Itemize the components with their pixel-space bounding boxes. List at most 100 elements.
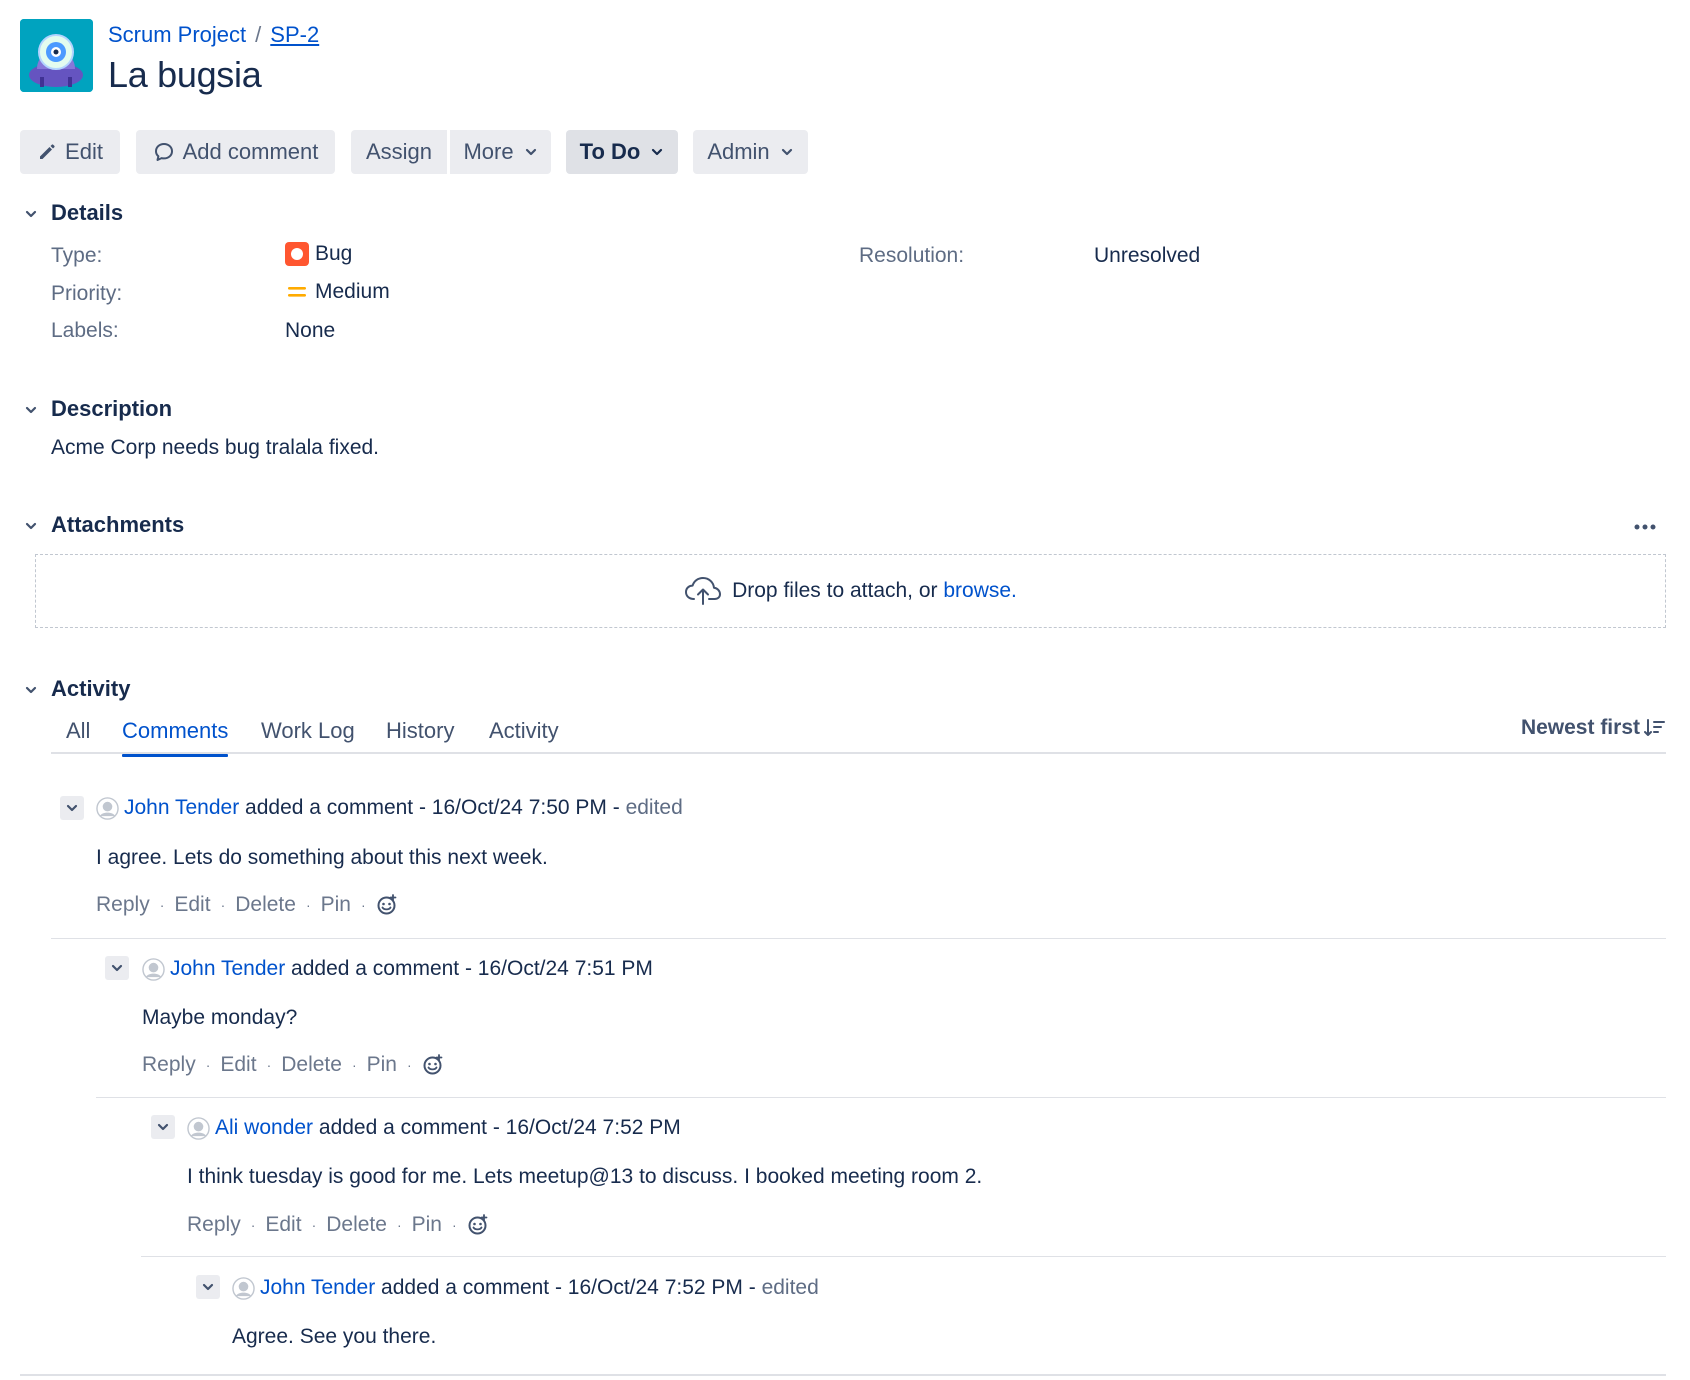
comment-4-author-link[interactable]: John Tender bbox=[260, 1276, 375, 1300]
comment-4-toggle[interactable] bbox=[196, 1275, 220, 1299]
emoji-reaction-icon[interactable] bbox=[376, 894, 398, 916]
chevron-down-icon bbox=[525, 148, 536, 156]
comment-1-header: John Tender added a comment - 16/Oct/24 … bbox=[96, 796, 683, 820]
priority-label: Priority: bbox=[51, 282, 123, 305]
more-dots-icon bbox=[1634, 524, 1656, 530]
user-avatar-icon bbox=[232, 1276, 255, 1300]
comment-3-header: Ali wonder added a comment - 16/Oct/24 7… bbox=[187, 1116, 681, 1140]
comment-icon bbox=[154, 143, 173, 161]
comment-divider bbox=[96, 1097, 1666, 1098]
pin-comment-button[interactable]: Pin bbox=[367, 1053, 397, 1077]
attachments-heading: Attachments bbox=[51, 512, 185, 537]
resolution-value: Unresolved bbox=[1094, 244, 1201, 267]
chevron-down-icon bbox=[111, 964, 123, 972]
pencil-icon bbox=[40, 144, 55, 159]
tab-all[interactable]: All bbox=[66, 718, 90, 744]
activity-tabs: All Comments Work Log History Activity N… bbox=[51, 716, 1666, 757]
chevron-down-icon bbox=[652, 148, 663, 156]
breadcrumb-project-link[interactable]: Scrum Project bbox=[108, 22, 246, 47]
chevron-down-icon bbox=[25, 210, 37, 218]
comment-2-actions: Reply · Edit · Delete · Pin · bbox=[142, 1053, 444, 1077]
sort-icon bbox=[1644, 719, 1665, 736]
breadcrumb-issue-key-link[interactable]: SP-2 bbox=[270, 22, 319, 47]
details-heading: Details bbox=[51, 200, 124, 225]
pin-comment-button[interactable]: Pin bbox=[412, 1213, 442, 1237]
comment-1-author-link[interactable]: John Tender bbox=[124, 796, 239, 820]
breadcrumb-separator: / bbox=[255, 22, 262, 47]
scroll-boundary-divider bbox=[20, 1374, 1666, 1376]
reply-button[interactable]: Reply bbox=[187, 1213, 241, 1237]
dropzone-text: Drop files to attach, or bbox=[732, 579, 944, 602]
delete-comment-button[interactable]: Delete bbox=[326, 1213, 387, 1237]
edit-comment-button[interactable]: Edit bbox=[220, 1053, 256, 1077]
comment-3-toggle[interactable] bbox=[151, 1115, 175, 1139]
description-toggle[interactable] bbox=[20, 399, 42, 421]
edit-comment-button[interactable]: Edit bbox=[265, 1213, 301, 1237]
cloud-upload-icon bbox=[685, 577, 722, 605]
edit-button[interactable]: Edit bbox=[20, 130, 120, 174]
pin-comment-button[interactable]: Pin bbox=[321, 893, 351, 917]
tab-history[interactable]: History bbox=[386, 718, 454, 744]
sort-order-label: Newest first bbox=[1520, 716, 1640, 739]
more-menu-button[interactable]: More bbox=[450, 130, 551, 174]
page-title[interactable]: La bugsia bbox=[108, 54, 262, 96]
comment-4-meta: added a comment - 16/Oct/24 7:52 PM - bbox=[375, 1276, 762, 1299]
chevron-down-icon bbox=[25, 686, 37, 694]
activity-toggle[interactable] bbox=[20, 679, 42, 701]
attachment-dropzone[interactable]: Drop files to attach, or browse. bbox=[35, 554, 1666, 628]
delete-comment-button[interactable]: Delete bbox=[281, 1053, 342, 1077]
assign-button-label: Assign bbox=[365, 139, 433, 164]
assign-button[interactable]: Assign bbox=[351, 130, 447, 174]
status-button-label: To Do bbox=[579, 139, 641, 164]
comment-1-toggle[interactable] bbox=[60, 796, 84, 820]
chevron-down-icon bbox=[25, 406, 37, 414]
comment-2-meta: added a comment - 16/Oct/24 7:51 PM bbox=[285, 957, 653, 980]
comment-4-header: John Tender added a comment - 16/Oct/24 … bbox=[232, 1276, 819, 1300]
comment-2-header: John Tender added a comment - 16/Oct/24 … bbox=[142, 957, 653, 981]
priority-value-text: Medium bbox=[315, 280, 390, 303]
comment-2-toggle[interactable] bbox=[105, 956, 129, 980]
type-value-text: Bug bbox=[315, 242, 353, 265]
comment-divider bbox=[141, 1256, 1666, 1257]
reply-button[interactable]: Reply bbox=[96, 893, 150, 917]
add-comment-button-label: Add comment bbox=[182, 139, 319, 164]
browse-link[interactable]: browse. bbox=[943, 579, 1017, 603]
attachments-toggle[interactable] bbox=[20, 515, 42, 537]
delete-comment-button[interactable]: Delete bbox=[235, 893, 296, 917]
chevron-down-icon bbox=[781, 148, 792, 156]
comment-4-edited: edited bbox=[761, 1276, 819, 1299]
type-value[interactable]: Bug bbox=[285, 242, 352, 266]
comment-3-author-link[interactable]: Ali wonder bbox=[215, 1116, 313, 1140]
emoji-reaction-icon[interactable] bbox=[422, 1054, 444, 1076]
comment-1-actions: Reply · Edit · Delete · Pin · bbox=[96, 893, 398, 917]
comment-1-body: I agree. Lets do something about this ne… bbox=[96, 846, 548, 869]
project-avatar[interactable] bbox=[20, 19, 93, 92]
user-avatar-icon bbox=[187, 1116, 210, 1140]
comment-3-actions: Reply · Edit · Delete · Pin · bbox=[187, 1213, 489, 1237]
labels-label: Labels: bbox=[51, 319, 119, 342]
tab-activity[interactable]: Activity bbox=[489, 718, 559, 744]
comment-1-meta: added a comment - 16/Oct/24 7:50 PM - bbox=[239, 796, 626, 819]
status-todo-button[interactable]: To Do bbox=[566, 130, 678, 174]
reply-button[interactable]: Reply bbox=[142, 1053, 196, 1077]
description-text[interactable]: Acme Corp needs bug tralala fixed. bbox=[51, 436, 379, 460]
details-toggle[interactable] bbox=[20, 203, 42, 225]
comment-2-author-link[interactable]: John Tender bbox=[170, 957, 285, 981]
priority-value[interactable]: Medium bbox=[285, 280, 390, 304]
labels-value[interactable]: None bbox=[285, 319, 335, 343]
description-heading: Description bbox=[51, 396, 173, 421]
attachments-more-button[interactable] bbox=[1632, 514, 1658, 540]
breadcrumb: Scrum Project / SP-2 bbox=[108, 22, 319, 48]
bug-icon bbox=[285, 242, 309, 266]
tab-comments[interactable]: Comments bbox=[122, 718, 229, 757]
edit-comment-button[interactable]: Edit bbox=[174, 893, 210, 917]
comment-2-body: Maybe monday? bbox=[142, 1006, 298, 1029]
add-comment-button[interactable]: Add comment bbox=[136, 130, 335, 174]
tab-work-log[interactable]: Work Log bbox=[261, 718, 355, 744]
user-avatar-icon bbox=[142, 957, 165, 981]
admin-menu-button[interactable]: Admin bbox=[693, 130, 808, 174]
comment-3-body: I think tuesday is good for me. Lets mee… bbox=[187, 1165, 983, 1188]
emoji-reaction-icon[interactable] bbox=[467, 1214, 489, 1236]
sort-order-button[interactable]: Newest first bbox=[1521, 716, 1666, 740]
comment-3-meta: added a comment - 16/Oct/24 7:52 PM bbox=[313, 1116, 681, 1139]
